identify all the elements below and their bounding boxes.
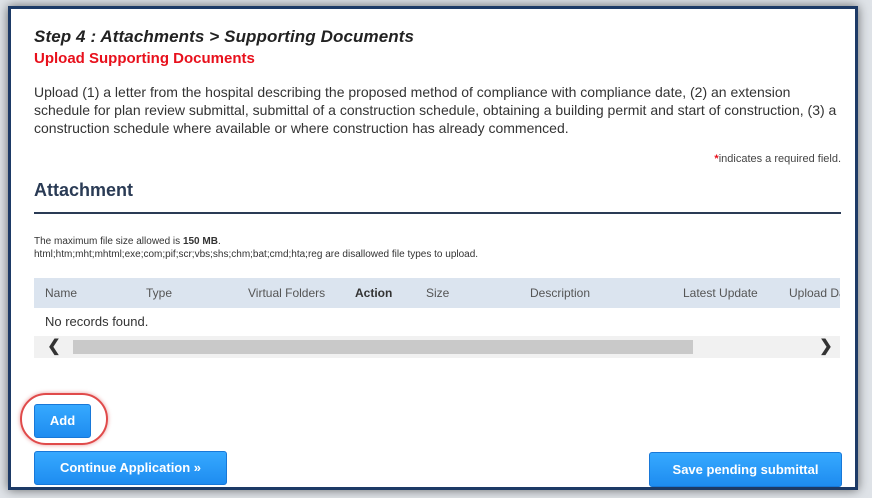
attachment-heading: Attachment xyxy=(34,180,134,200)
continue-application-button[interactable]: Continue Application » xyxy=(34,451,227,485)
chevron-right-icon[interactable]: ❯ xyxy=(812,336,840,358)
column-header-description[interactable]: Description xyxy=(530,278,590,308)
column-header-name[interactable]: Name xyxy=(45,278,77,308)
table-header: Name Type Virtual Folders Action Size De… xyxy=(34,278,840,308)
section-divider xyxy=(34,212,841,214)
max-size-value: 150 MB xyxy=(182,236,218,247)
scrollbar-thumb[interactable] xyxy=(73,340,693,354)
application-panel: Step 4 : Attachments > Supporting Docume… xyxy=(8,6,858,490)
add-button[interactable]: Add xyxy=(34,404,91,438)
required-note-text: indicates a required field. xyxy=(718,153,841,165)
max-file-size-line: The maximum file size allowed is 150 MB. xyxy=(34,235,478,248)
chevron-left-icon[interactable]: ❮ xyxy=(40,336,68,358)
column-header-size[interactable]: Size xyxy=(426,278,449,308)
empty-table-message: No records found. xyxy=(45,314,149,329)
upload-info: The maximum file size allowed is 150 MB.… xyxy=(34,235,478,261)
attachments-table: Name Type Virtual Folders Action Size De… xyxy=(34,278,840,362)
column-header-type[interactable]: Type xyxy=(146,278,172,308)
column-header-action: Action xyxy=(355,286,393,300)
step-title: Step 4 : Attachments > Supporting Docume… xyxy=(34,27,415,46)
column-header-latest-update[interactable]: Latest Update xyxy=(683,278,758,308)
horizontal-scrollbar[interactable]: ❮ ❯ xyxy=(34,336,840,358)
save-pending-submittal-button[interactable]: Save pending submittal xyxy=(649,452,842,487)
max-size-suffix: . xyxy=(217,236,221,247)
table-body: No records found. xyxy=(34,308,840,332)
disallowed-types-line: html;htm;mht;mhtml;exe;com;pif;scr;vbs;s… xyxy=(34,249,479,260)
column-header-upload-date[interactable]: Upload Da xyxy=(789,278,840,308)
required-field-note: *indicates a required field. xyxy=(714,153,841,165)
instructions-text: Upload (1) a letter from the hospital de… xyxy=(34,84,837,136)
section-subtitle: Upload Supporting Documents xyxy=(34,50,255,67)
max-size-prefix: The maximum file size allowed is xyxy=(34,236,183,247)
column-header-virtual-folders[interactable]: Virtual Folders xyxy=(248,278,325,308)
